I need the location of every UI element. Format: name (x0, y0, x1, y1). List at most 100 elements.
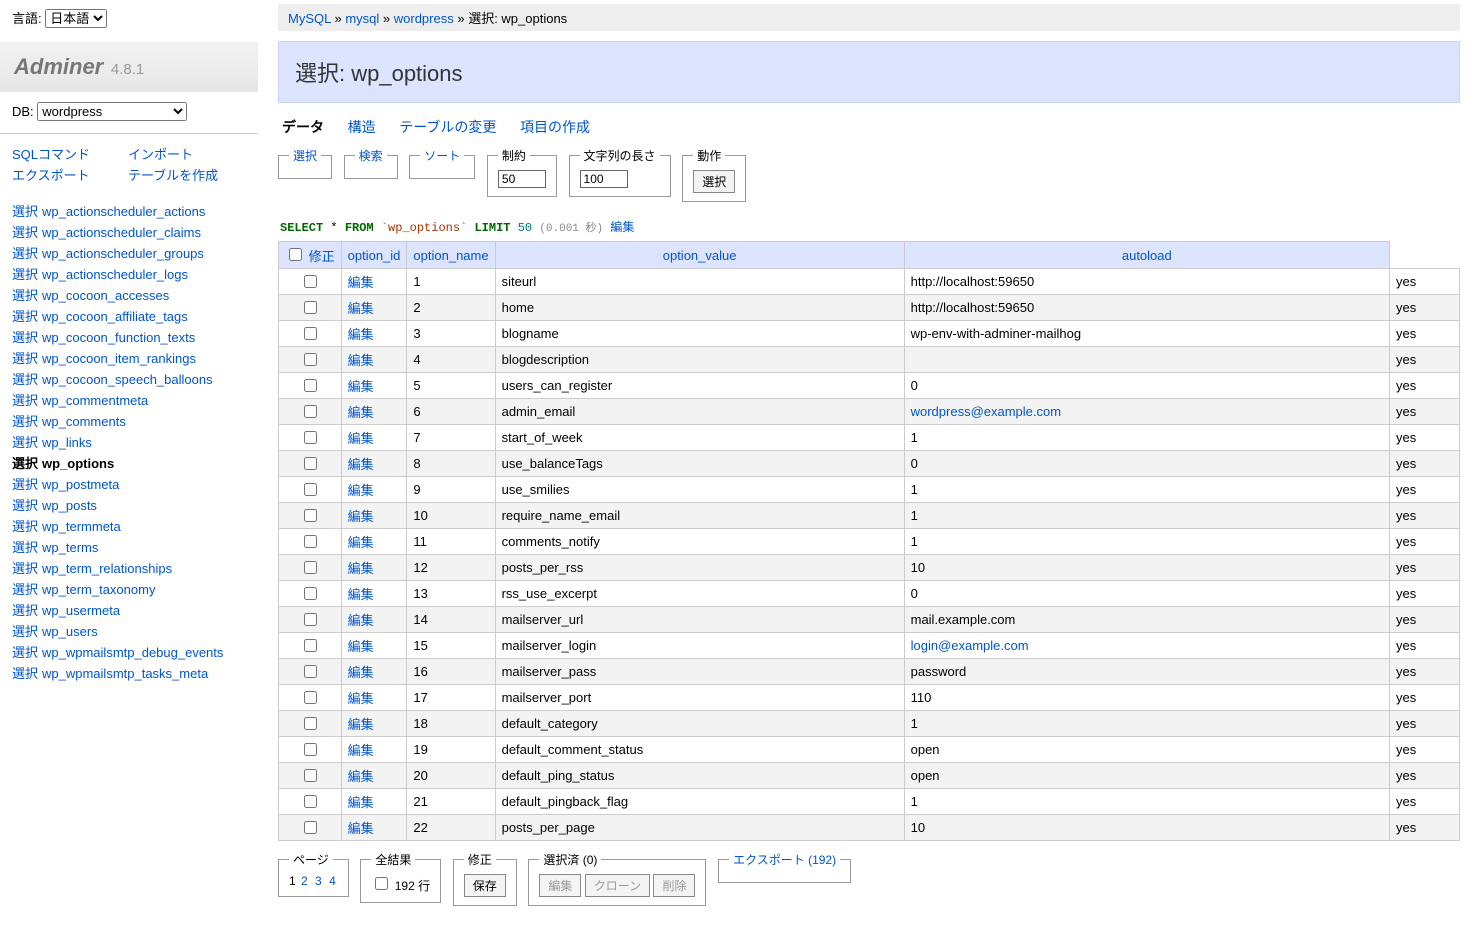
table-select-link[interactable]: 選択 (12, 540, 38, 555)
action-submit[interactable] (693, 170, 735, 193)
table-select-link[interactable]: 選択 (12, 414, 38, 429)
language-select[interactable]: 日本語 (45, 9, 107, 28)
page-link[interactable]: 4 (329, 874, 336, 888)
row-edit-link[interactable]: 編集 (348, 379, 374, 394)
textlen-input[interactable] (580, 170, 628, 188)
row-edit-link[interactable]: 編集 (348, 613, 374, 628)
row-checkbox[interactable] (304, 327, 317, 340)
check-all[interactable] (289, 248, 302, 261)
table-name-link[interactable]: wp_actionscheduler_groups (42, 246, 204, 261)
table-name-link[interactable]: wp_postmeta (42, 477, 119, 492)
table-select-link[interactable]: 選択 (12, 204, 38, 219)
cell-value-link[interactable]: wordpress@example.com (911, 404, 1061, 419)
row-checkbox[interactable] (304, 769, 317, 782)
table-select-link[interactable]: 選択 (12, 246, 38, 261)
row-checkbox[interactable] (304, 301, 317, 314)
row-edit-link[interactable]: 編集 (348, 587, 374, 602)
row-edit-link[interactable]: 編集 (348, 665, 374, 680)
row-checkbox[interactable] (304, 431, 317, 444)
table-select-link[interactable]: 選択 (12, 309, 38, 324)
table-name-link[interactable]: wp_links (42, 435, 92, 450)
table-select-link[interactable]: 選択 (12, 498, 38, 513)
table-select-link[interactable]: 選択 (12, 477, 38, 492)
table-name-link[interactable]: wp_wpmailsmtp_tasks_meta (42, 666, 208, 681)
table-name-link[interactable]: wp_actionscheduler_logs (42, 267, 188, 282)
table-select-link[interactable]: 選択 (12, 267, 38, 282)
table-select-link[interactable]: 選択 (12, 393, 38, 408)
row-edit-link[interactable]: 編集 (348, 743, 374, 758)
row-edit-link[interactable]: 編集 (348, 431, 374, 446)
table-name-link[interactable]: wp_cocoon_item_rankings (42, 351, 196, 366)
table-select-link[interactable]: 選択 (12, 456, 38, 471)
row-checkbox[interactable] (304, 795, 317, 808)
row-checkbox[interactable] (304, 613, 317, 626)
table-select-link[interactable]: 選択 (12, 645, 38, 660)
row-checkbox[interactable] (304, 639, 317, 652)
row-edit-link[interactable]: 編集 (348, 795, 374, 810)
th-modify[interactable]: 修正 (309, 249, 335, 264)
table-name-link[interactable]: wp_termmeta (42, 519, 121, 534)
table-name-link[interactable]: wp_cocoon_affiliate_tags (42, 309, 188, 324)
table-name-link[interactable]: wp_cocoon_function_texts (42, 330, 195, 345)
table-select-link[interactable]: 選択 (12, 372, 38, 387)
row-edit-link[interactable]: 編集 (348, 275, 374, 290)
row-checkbox[interactable] (304, 483, 317, 496)
bc-db[interactable]: mysql (345, 11, 379, 26)
row-edit-link[interactable]: 編集 (348, 821, 374, 836)
row-checkbox[interactable] (304, 665, 317, 678)
row-edit-link[interactable]: 編集 (348, 717, 374, 732)
fs-export-legend[interactable]: エクスポート (192) (733, 853, 836, 867)
table-name-link[interactable]: wp_commentmeta (42, 393, 148, 408)
page-link[interactable]: 2 (301, 874, 308, 888)
row-edit-link[interactable]: 編集 (348, 327, 374, 342)
row-checkbox[interactable] (304, 405, 317, 418)
table-name-link[interactable]: wp_usermeta (42, 603, 120, 618)
table-name-link[interactable]: wp_cocoon_accesses (42, 288, 169, 303)
table-select-link[interactable]: 選択 (12, 666, 38, 681)
table-name-link[interactable]: wp_options (42, 456, 114, 471)
table-name-link[interactable]: wp_cocoon_speech_balloons (42, 372, 213, 387)
row-edit-link[interactable]: 編集 (348, 301, 374, 316)
row-checkbox[interactable] (304, 691, 317, 704)
row-edit-link[interactable]: 編集 (348, 561, 374, 576)
table-name-link[interactable]: wp_users (42, 624, 98, 639)
table-select-link[interactable]: 選択 (12, 582, 38, 597)
cell-value-link[interactable]: login@example.com (911, 638, 1029, 653)
table-select-link[interactable]: 選択 (12, 561, 38, 576)
table-select-link[interactable]: 選択 (12, 225, 38, 240)
sql-edit-link[interactable]: 編集 (610, 220, 634, 234)
page-link[interactable]: 3 (315, 874, 322, 888)
table-name-link[interactable]: wp_posts (42, 498, 97, 513)
table-name-link[interactable]: wp_actionscheduler_actions (42, 204, 205, 219)
row-edit-link[interactable]: 編集 (348, 691, 374, 706)
save-button[interactable] (464, 874, 506, 897)
table-select-link[interactable]: 選択 (12, 603, 38, 618)
row-edit-link[interactable]: 編集 (348, 769, 374, 784)
limit-input[interactable] (498, 170, 546, 188)
table-name-link[interactable]: wp_term_relationships (42, 561, 172, 576)
whole-label[interactable]: 192 行 (371, 879, 430, 893)
table-select-link[interactable]: 選択 (12, 624, 38, 639)
tab-structure[interactable]: 構造 (348, 119, 376, 135)
row-edit-link[interactable]: 編集 (348, 405, 374, 420)
table-name-link[interactable]: wp_terms (42, 540, 98, 555)
link-sql-command[interactable]: SQLコマンド (12, 144, 124, 163)
fs-select-legend[interactable]: 選択 (293, 149, 317, 163)
row-checkbox[interactable] (304, 743, 317, 756)
tab-alter[interactable]: テーブルの変更 (399, 119, 496, 135)
link-export[interactable]: エクスポート (12, 165, 124, 184)
link-import[interactable]: インポート (128, 144, 240, 163)
row-checkbox[interactable] (304, 509, 317, 522)
bc-table[interactable]: wordpress (394, 11, 454, 26)
row-checkbox[interactable] (304, 821, 317, 834)
table-select-link[interactable]: 選択 (12, 351, 38, 366)
row-checkbox[interactable] (304, 535, 317, 548)
table-name-link[interactable]: wp_actionscheduler_claims (42, 225, 201, 240)
table-name-link[interactable]: wp_term_taxonomy (42, 582, 155, 597)
table-select-link[interactable]: 選択 (12, 519, 38, 534)
row-edit-link[interactable]: 編集 (348, 509, 374, 524)
row-edit-link[interactable]: 編集 (348, 535, 374, 550)
row-checkbox[interactable] (304, 457, 317, 470)
table-select-link[interactable]: 選択 (12, 288, 38, 303)
table-select-link[interactable]: 選択 (12, 330, 38, 345)
